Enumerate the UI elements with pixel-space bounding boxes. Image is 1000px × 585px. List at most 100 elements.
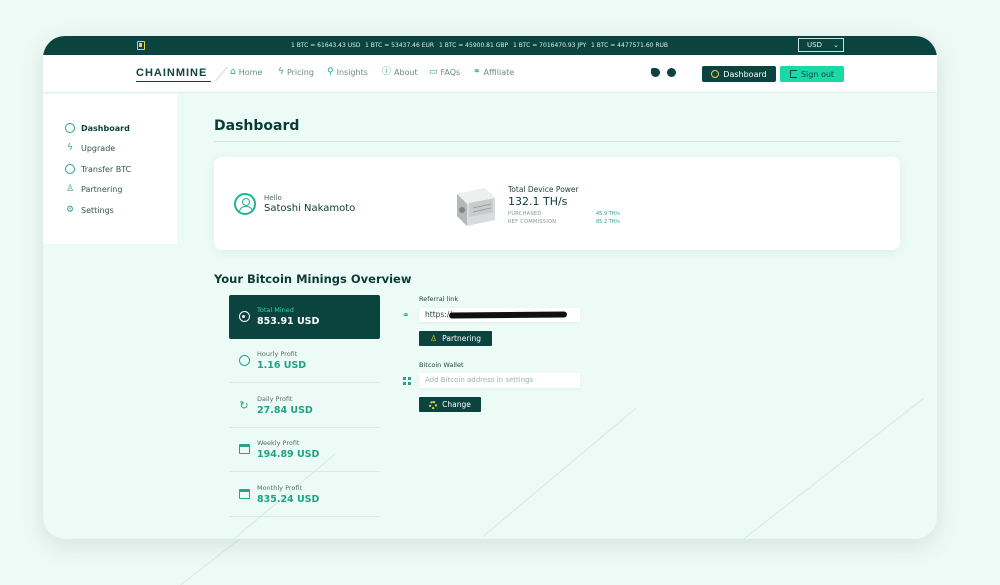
- qr-code-icon: [403, 377, 411, 385]
- nav-affiliate[interactable]: ⚭ Affiliate: [473, 67, 515, 78]
- stat-value: 27.84 USD: [257, 405, 313, 416]
- twitter-icon[interactable]: [651, 68, 660, 77]
- link-icon: ⚭: [473, 67, 481, 77]
- ref-commission-value: 85.2 TH/s: [596, 219, 620, 225]
- sign-out-icon: [789, 70, 797, 78]
- purchased-value: 45.9 TH/s: [596, 211, 620, 217]
- dashboard-button-label: Dashboard: [723, 69, 767, 79]
- user-name: Satoshi Nakamoto: [264, 203, 356, 214]
- stat-label: Weekly Profit: [257, 439, 300, 447]
- referral-link-value: https://: [425, 310, 452, 319]
- nav-home-label: Home: [238, 68, 263, 77]
- sign-out-button[interactable]: Sign out: [780, 66, 844, 82]
- chevron-down-icon: ⌄: [833, 41, 839, 49]
- stat-value: 194.89 USD: [257, 449, 320, 460]
- sidebar-item-label: Settings: [81, 205, 114, 215]
- stat-daily-profit[interactable]: ↻ Daily Profit 27.84 USD: [229, 384, 380, 428]
- nav-about[interactable]: ⓘ About: [382, 67, 418, 78]
- wallet-icon: [137, 41, 145, 50]
- nav-faqs-label: FAQs: [440, 68, 461, 77]
- ticker-rate-rub: 1 BTC = 4477571.60 RUB: [591, 42, 669, 49]
- user-icon: ♙: [65, 184, 75, 194]
- ticker-rate-gbp: 1 BTC = 45900.81 GBP: [439, 42, 509, 49]
- nav-insights-label: Insights: [336, 68, 368, 77]
- sidebar: Dashboard ϟ Upgrade Transfer BTC ♙ Partn…: [43, 94, 177, 244]
- bitcoin-wallet-field[interactable]: Add Bitcoin address in settings: [419, 373, 580, 388]
- nav-pricing[interactable]: ϟ Pricing: [278, 67, 314, 78]
- nav-affiliate-label: Affiliate: [483, 68, 515, 77]
- change-button[interactable]: Change: [419, 397, 481, 412]
- bolt-icon: ϟ: [67, 143, 73, 153]
- stat-value: 835.24 USD: [257, 494, 320, 505]
- telegram-icon[interactable]: [667, 68, 676, 77]
- gear-icon: ⚙: [65, 205, 75, 215]
- redacted-link: [448, 311, 568, 319]
- stat-label: Total Mined: [257, 306, 294, 314]
- info-icon: ⓘ: [382, 67, 392, 77]
- user-circle-icon: [65, 123, 75, 133]
- sidebar-item-dashboard[interactable]: Dashboard: [65, 123, 130, 133]
- partnering-button-label: Partnering: [442, 334, 482, 343]
- decorative-line: [482, 407, 637, 537]
- coin-icon: [238, 311, 250, 323]
- stat-hourly-profit[interactable]: Hourly Profit 1.16 USD: [229, 339, 380, 383]
- currency-select-value: USD: [807, 41, 822, 49]
- ref-commission-label: REF COMMISSION: [508, 219, 557, 225]
- faq-icon: ▭: [429, 67, 438, 77]
- stat-weekly-profit[interactable]: Weekly Profit 194.89 USD: [229, 428, 380, 472]
- stat-value: 853.91 USD: [257, 316, 320, 327]
- user-circle-icon: [711, 70, 720, 78]
- nav-about-label: About: [394, 68, 418, 77]
- bolt-icon: ϟ: [278, 67, 284, 77]
- clock-icon: [238, 355, 250, 367]
- stat-label: Monthly Profit: [257, 484, 303, 492]
- user-icon: ♙: [429, 334, 438, 343]
- sidebar-item-transfer-btc[interactable]: Transfer BTC: [65, 164, 131, 174]
- referral-link-field[interactable]: https://: [419, 308, 580, 322]
- dashboard-button[interactable]: Dashboard: [702, 66, 776, 82]
- top-navigation: CHAINMINE ⌂ Home ϟ Pricing ⚲ Insights ⓘ …: [43, 55, 937, 93]
- sidebar-item-label: Partnering: [81, 184, 123, 194]
- sidebar-item-partnering[interactable]: ♙ Partnering: [65, 184, 123, 194]
- transfer-icon: [65, 164, 75, 174]
- bitcoin-wallet-label: Bitcoin Wallet: [419, 361, 464, 369]
- ticker-rate-usd: 1 BTC = 61643.43 USD: [291, 42, 361, 49]
- calendar-icon: [238, 489, 250, 501]
- gear-icon: [429, 400, 438, 409]
- home-icon: ⌂: [230, 67, 236, 77]
- purchased-label: PURCHASED: [508, 211, 542, 217]
- sidebar-item-label: Dashboard: [81, 123, 130, 133]
- page-title: Dashboard: [214, 118, 300, 134]
- stat-monthly-profit[interactable]: Monthly Profit 835.24 USD: [229, 473, 380, 517]
- ticker-rate-eur: 1 BTC = 53437.46 EUR: [365, 42, 435, 49]
- nav-insights[interactable]: ⚲ Insights: [327, 67, 368, 78]
- ticker-rate-jpy: 1 BTC = 7016470.93 JPY: [513, 42, 587, 49]
- welcome-card: Hello Satoshi Nakamoto Total Device Powe…: [214, 157, 900, 250]
- stat-total-mined[interactable]: Total Mined 853.91 USD: [229, 295, 380, 339]
- referral-link-label: Referral link: [419, 295, 459, 303]
- mining-device-image: [457, 188, 495, 226]
- app-window: 1 BTC = 61643.43 USD 1 BTC = 53437.46 EU…: [43, 36, 937, 539]
- price-ticker-bar: 1 BTC = 61643.43 USD 1 BTC = 53437.46 EU…: [43, 36, 937, 55]
- nav-home[interactable]: ⌂ Home: [230, 67, 263, 78]
- calendar-icon: [238, 444, 250, 456]
- overview-title: Your Bitcoin Minings Overview: [214, 272, 412, 286]
- nav-faqs[interactable]: ▭ FAQs: [429, 67, 461, 78]
- avatar: [234, 193, 256, 215]
- insights-icon: ⚲: [327, 67, 334, 77]
- sidebar-item-settings[interactable]: ⚙ Settings: [65, 205, 114, 215]
- link-icon: ⚭: [402, 311, 410, 321]
- decorative-line: [742, 397, 925, 539]
- stat-label: Daily Profit: [257, 395, 293, 403]
- divider: [214, 141, 900, 142]
- sidebar-item-upgrade[interactable]: ϟ Upgrade: [65, 143, 115, 153]
- nav-pricing-label: Pricing: [286, 68, 314, 77]
- device-power-label: Total Device Power: [508, 185, 579, 194]
- partnering-button[interactable]: ♙ Partnering: [419, 331, 492, 346]
- refresh-24h-icon: ↻: [239, 399, 249, 412]
- sidebar-item-label: Upgrade: [81, 143, 116, 153]
- sidebar-item-label: Transfer BTC: [81, 164, 132, 174]
- currency-select[interactable]: USD ⌄: [798, 38, 844, 52]
- brand-logo[interactable]: CHAINMINE: [136, 67, 212, 82]
- stat-value: 1.16 USD: [257, 360, 307, 371]
